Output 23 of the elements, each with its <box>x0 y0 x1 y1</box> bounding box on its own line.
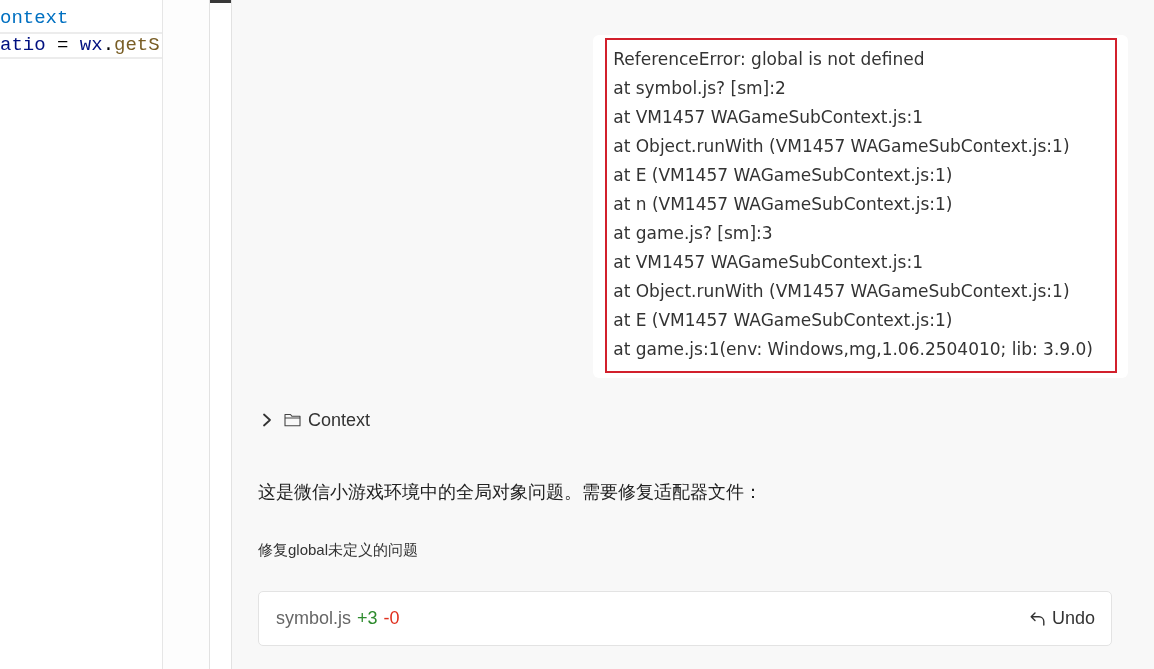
error-line: at E (VM1457 WAGameSubContext.js:1) <box>613 309 954 332</box>
error-line: at Object.runWith (VM1457 WAGameSubContext.js:1) <box>613 135 1071 158</box>
added-lines-count: +3 <box>357 608 378 629</box>
error-line: at game.js? [sm]:3 <box>613 222 774 245</box>
scrollbar-thumb[interactable] <box>210 0 231 3</box>
removed-lines-count: -0 <box>383 608 400 629</box>
file-name[interactable]: symbol.js <box>276 608 351 629</box>
code-line: atio = wx.getS <box>0 32 162 59</box>
reply-text: 这是微信小游戏环境中的全局对象问题。需要修复适配器文件： <box>258 481 763 504</box>
error-line: at Object.runWith (VM1457 WAGameSubContext.js:1) <box>613 280 1071 303</box>
undo-icon <box>1029 611 1045 626</box>
error-line: at n (VM1457 WAGameSubContext.js:1) <box>613 193 954 216</box>
error-line: at symbol.js? [sm]:2 <box>613 77 787 100</box>
code-line: ontext <box>0 6 70 31</box>
folder-icon <box>284 413 301 427</box>
error-line: at VM1457 WAGameSubContext.js:1 <box>613 251 924 274</box>
error-line: at E (VM1457 WAGameSubContext.js:1) <box>613 164 954 187</box>
error-line: ReferenceError: global is not defined <box>613 48 926 71</box>
edit-title: 修复global未定义的问题 <box>258 540 420 560</box>
error-line: at game.js:1(env: Windows,mg,1.06.2504010; lib: 3.9.0) <box>613 338 1093 361</box>
undo-button[interactable]: Undo <box>1029 608 1095 629</box>
error-line: at VM1457 WAGameSubContext.js:1 <box>613 106 924 129</box>
context-toggle[interactable]: Context <box>258 408 371 432</box>
